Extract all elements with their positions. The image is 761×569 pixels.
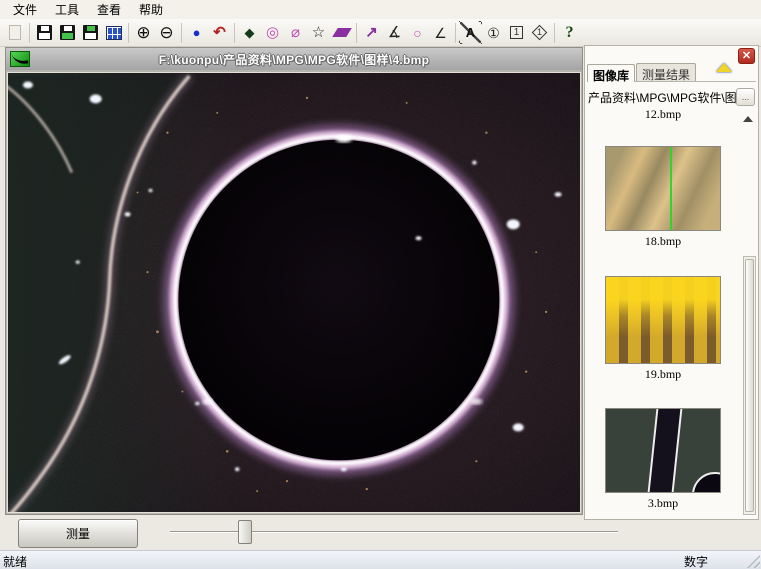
toolbar-separator — [455, 23, 456, 43]
slider-thumb[interactable] — [238, 520, 252, 544]
library-path: 产品资料\MPG\MPG软件\图样 — [588, 89, 736, 106]
list-item[interactable]: 3.bmp — [586, 408, 740, 511]
microscope-image-canvas[interactable] — [7, 72, 581, 513]
toolbar-separator — [356, 23, 357, 43]
save-green-icon[interactable] — [79, 21, 102, 44]
eject-icon[interactable] — [716, 49, 734, 64]
library-panel: ✕ 图像库 测量结果 产品资料\MPG\MPG软件\图样 ... 12.bmp … — [584, 45, 759, 520]
concentric-circles-tool-icon[interactable]: ◎ — [261, 21, 284, 44]
zoom-out-icon[interactable]: ⊖ — [155, 21, 178, 44]
thumbnail-label: 12.bmp — [586, 110, 740, 121]
zoom-slider[interactable] — [170, 515, 618, 549]
ellipse-tool-icon[interactable]: ○ — [406, 21, 429, 44]
toolbar-separator — [554, 23, 555, 43]
status-bar: 就绪 数字 — [0, 550, 761, 569]
library-path-row: 产品资料\MPG\MPG软件\图样 ... — [588, 86, 755, 108]
menu-help[interactable]: 帮助 — [130, 0, 172, 20]
scroll-up-icon[interactable] — [743, 116, 753, 122]
thumbnail-label: 3.bmp — [586, 496, 740, 511]
toolbar-separator — [181, 23, 182, 43]
label-box-icon[interactable]: 1 — [505, 21, 528, 44]
resize-grip[interactable] — [747, 555, 760, 568]
image-window-titlebar: F:\kuonpu\产品资料\MPG\MPG软件\图样\4.bmp — [6, 48, 582, 70]
image-viewer-window: F:\kuonpu\产品资料\MPG\MPG软件\图样\4.bmp — [5, 47, 583, 515]
toolbar-separator — [234, 23, 235, 43]
status-mode: 数字 — [684, 553, 708, 569]
angle-tool-icon[interactable]: ∠ — [429, 21, 452, 44]
save-icon[interactable] — [33, 21, 56, 44]
zoom-in-icon[interactable]: ⊕ — [132, 21, 155, 44]
thumbnail-image[interactable] — [605, 408, 721, 493]
grid-table-icon[interactable] — [102, 21, 125, 44]
list-item[interactable]: 19.bmp — [586, 276, 740, 382]
point-tool-icon[interactable]: ● — [185, 21, 208, 44]
menu-bar: 文件 工具 查看 帮助 — [0, 0, 761, 19]
menu-view[interactable]: 查看 — [88, 0, 130, 20]
close-icon[interactable]: ✕ — [738, 48, 755, 64]
label-circle-icon[interactable]: ① — [482, 21, 505, 44]
list-item[interactable]: 18.bmp — [586, 146, 740, 249]
radius-tool-icon[interactable]: ⌀ — [284, 21, 307, 44]
measure-button[interactable]: 测量 — [18, 519, 138, 548]
label-diamond-icon[interactable]: 1 — [528, 21, 551, 44]
image-window-title: F:\kuonpu\产品资料\MPG\MPG软件\图样\4.bmp — [6, 51, 582, 68]
toolbar: ⊕ ⊖ ● ↶ ◆ ◎ ⌀ ☆ ↗ ∡ ○ ∠ A ① 1 1 ? — [0, 19, 761, 47]
thumbnail-label: 19.bmp — [586, 367, 740, 382]
thumbnail-label: 18.bmp — [586, 234, 740, 249]
diamond-tool-icon[interactable]: ◆ — [238, 21, 261, 44]
new-document-icon[interactable] — [3, 21, 26, 44]
toolbar-separator — [29, 23, 30, 43]
scrollbar-thumb[interactable] — [745, 259, 754, 512]
save-as-green-icon[interactable] — [56, 21, 79, 44]
text-tool-icon[interactable]: A — [459, 21, 482, 44]
star-tool-icon[interactable]: ☆ — [307, 21, 330, 44]
angle-arrow-tool-icon[interactable]: ∡ — [383, 21, 406, 44]
arrow-line-tool-icon[interactable]: ↗ — [360, 21, 383, 44]
menu-file[interactable]: 文件 — [4, 0, 46, 20]
toolbar-separator — [128, 23, 129, 43]
microscope-image — [8, 73, 580, 512]
browse-button[interactable]: ... — [736, 88, 755, 106]
thumbnail-image[interactable] — [605, 146, 721, 231]
panel-tabs: 图像库 测量结果 — [587, 63, 756, 82]
undo-icon[interactable]: ↶ — [208, 21, 231, 44]
menu-tools[interactable]: 工具 — [46, 0, 88, 20]
help-icon[interactable]: ? — [558, 21, 581, 44]
status-text: 就绪 — [3, 553, 27, 569]
thumbnail-list: 12.bmp 18.bmp 19.bmp 3.bmp — [586, 110, 740, 518]
thumbnail-image[interactable] — [605, 276, 721, 364]
parallelogram-tool-icon[interactable] — [330, 21, 353, 44]
tab-measurement-results[interactable]: 测量结果 — [636, 63, 696, 81]
thumbnail-scrollbar[interactable] — [743, 256, 756, 515]
tab-image-library[interactable]: 图像库 — [587, 64, 635, 82]
list-item[interactable]: 12.bmp — [586, 110, 740, 121]
